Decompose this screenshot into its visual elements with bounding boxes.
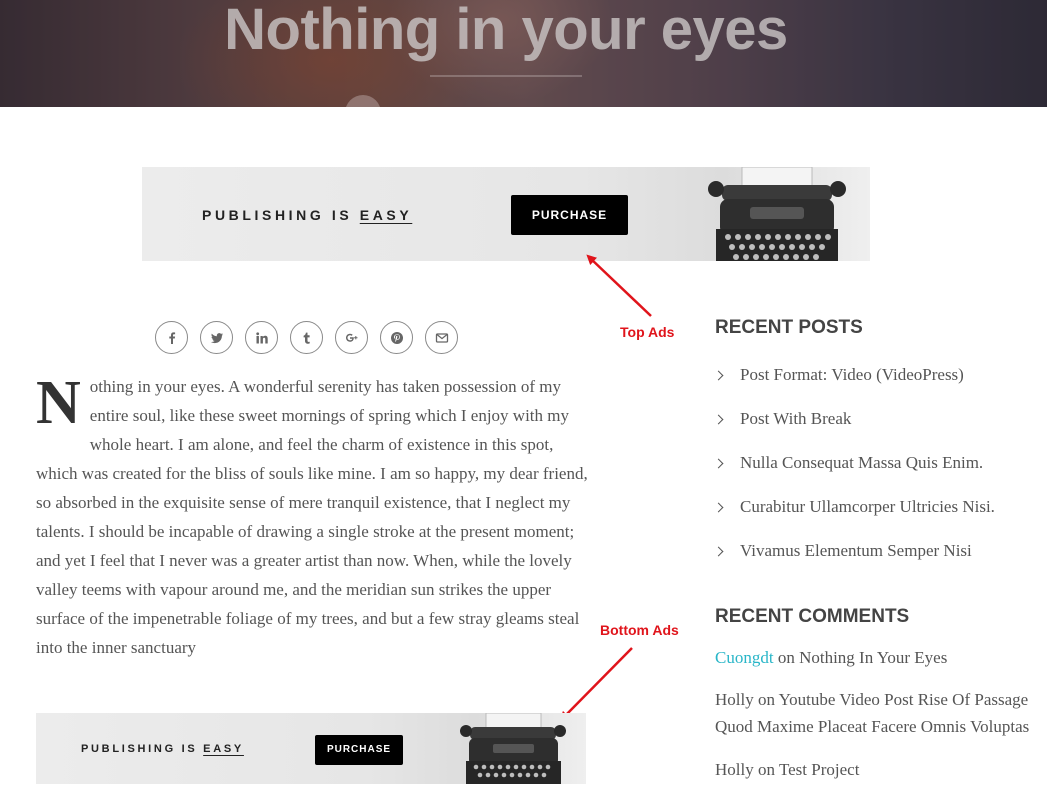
facebook-icon[interactable] [155, 321, 188, 354]
comment-item: Holly on Test Project [715, 756, 1045, 783]
recent-post-item[interactable]: Post Format: Video (VideoPress) [713, 353, 995, 397]
chevron-right-icon [713, 414, 724, 424]
top-ad-banner[interactable]: PUBLISHING IS EASY PURCHASE [142, 167, 870, 261]
recent-post-link[interactable]: Vivamus Elementum Semper Nisi [740, 541, 972, 561]
comment-author: Holly [715, 760, 754, 779]
comment-item: Holly on Youtube Video Post Rise Of Pass… [715, 686, 1045, 740]
bottom-ads-annotation: Bottom Ads [600, 622, 679, 638]
on-word: on [777, 648, 795, 667]
recent-post-link[interactable]: Post Format: Video (VideoPress) [740, 365, 964, 385]
on-word: on [757, 760, 775, 779]
ad-slogan: PUBLISHING IS EASY [81, 743, 244, 755]
share-buttons [155, 321, 458, 354]
chevron-right-icon [713, 546, 724, 556]
recent-posts-title: RECENT POSTS [715, 317, 863, 338]
comment-item: Cuongdt on Nothing In Your Eyes [715, 644, 1045, 671]
drop-cap: N [36, 369, 81, 437]
top-ads-annotation: Top Ads [620, 324, 675, 340]
email-icon[interactable] [425, 321, 458, 354]
chevron-right-icon [713, 370, 724, 380]
recent-post-link[interactable]: Post With Break [740, 409, 851, 429]
recent-post-link[interactable]: Nulla Consequat Massa Quis Enim. [740, 453, 983, 473]
pinterest-icon[interactable] [380, 321, 413, 354]
hero-divider [430, 75, 582, 77]
chevron-right-icon [713, 502, 724, 512]
chevron-right-icon [713, 458, 724, 468]
linkedin-icon[interactable] [245, 321, 278, 354]
recent-posts-list: Post Format: Video (VideoPress) Post Wit… [713, 353, 995, 573]
recent-comments-title: RECENT COMMENTS [715, 606, 910, 627]
comment-post-link[interactable]: Nothing In Your Eyes [799, 648, 947, 667]
recent-post-item[interactable]: Vivamus Elementum Semper Nisi [713, 529, 995, 573]
comment-author: Holly [715, 690, 754, 709]
twitter-icon[interactable] [200, 321, 233, 354]
article-text: othing in your eyes. A wonderful serenit… [36, 377, 588, 657]
recent-post-item[interactable]: Curabitur Ullamcorper Ultricies Nisi. [713, 485, 995, 529]
purchase-button[interactable]: PURCHASE [315, 735, 403, 765]
recent-post-item[interactable]: Post With Break [713, 397, 995, 441]
hero-title: Nothing in your eyes [224, 0, 788, 62]
typewriter-image [460, 713, 566, 784]
comment-post-link[interactable]: Test Project [779, 760, 859, 779]
bottom-ad-banner[interactable]: PUBLISHING IS EASY PURCHASE [36, 713, 586, 784]
on-word: on [757, 690, 775, 709]
article-body: N othing in your eyes. A wonderful seren… [36, 372, 588, 662]
comment-author-link[interactable]: Cuongdt [715, 648, 774, 667]
hero-banner: Nothing in your eyes [0, 0, 1047, 107]
recent-post-item[interactable]: Nulla Consequat Massa Quis Enim. [713, 441, 995, 485]
recent-post-link[interactable]: Curabitur Ullamcorper Ultricies Nisi. [740, 497, 995, 517]
google-plus-icon[interactable] [335, 321, 368, 354]
typewriter-image [708, 167, 846, 261]
purchase-button[interactable]: PURCHASE [511, 195, 628, 235]
tumblr-icon[interactable] [290, 321, 323, 354]
ad-slogan: PUBLISHING IS EASY [202, 207, 413, 223]
recent-comments-list: Cuongdt on Nothing In Your Eyes Holly on… [715, 644, 1045, 789]
